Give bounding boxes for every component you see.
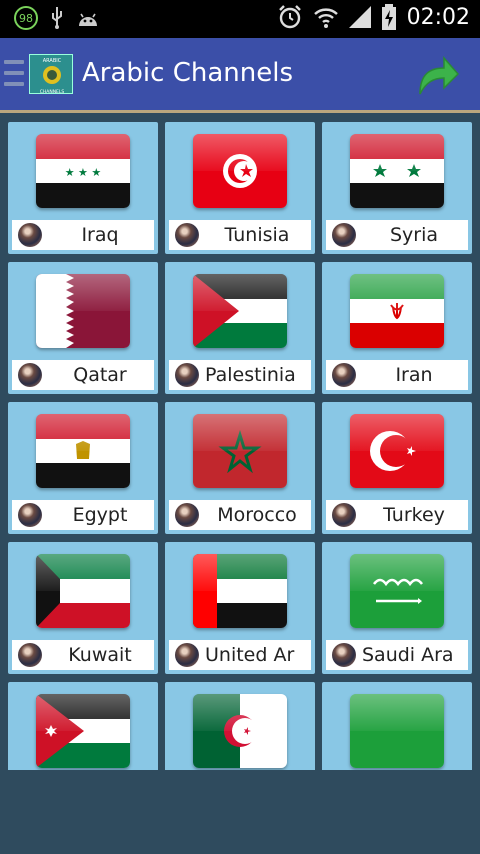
country-name: Tunisia bbox=[224, 224, 290, 246]
country-tile-turkey[interactable]: Turkey bbox=[322, 402, 472, 534]
globe-icon bbox=[332, 223, 356, 247]
flag-qatar-icon bbox=[36, 274, 130, 348]
globe-icon bbox=[18, 643, 42, 667]
globe-icon bbox=[332, 503, 356, 527]
flag-turkey-icon bbox=[350, 414, 444, 488]
battery-charging-icon bbox=[381, 4, 396, 30]
country-tile-jordan[interactable] bbox=[8, 682, 158, 770]
flag-libya-icon bbox=[350, 694, 444, 768]
country-tile-uae[interactable]: United Ar bbox=[165, 542, 315, 674]
drawer-menu-icon[interactable] bbox=[4, 60, 24, 90]
country-name: United Ar bbox=[205, 644, 295, 666]
app-logo: ARABIC CHANNELS bbox=[29, 54, 73, 95]
country-name: Palestinia bbox=[205, 364, 296, 386]
country-tile-syria[interactable]: Syria bbox=[322, 122, 472, 254]
flag-uae-icon bbox=[193, 554, 287, 628]
share-arrow-icon[interactable] bbox=[414, 54, 460, 96]
flag-palestine-icon bbox=[193, 274, 287, 348]
usb-icon bbox=[52, 7, 62, 29]
country-tile-iraq[interactable]: ★ ★ ★ Iraq bbox=[8, 122, 158, 254]
alarm-icon bbox=[278, 5, 301, 29]
country-name: Morocco bbox=[217, 504, 297, 526]
country-name: Kuwait bbox=[68, 644, 132, 666]
country-name: Turkey bbox=[383, 504, 445, 526]
android-icon bbox=[79, 13, 97, 26]
country-name: Qatar bbox=[73, 364, 127, 386]
country-name: Saudi Ara bbox=[362, 644, 454, 666]
flag-tunisia-icon bbox=[193, 134, 287, 208]
country-tile-iran[interactable]: Iran bbox=[322, 262, 472, 394]
country-tile-egypt[interactable]: Egypt bbox=[8, 402, 158, 534]
flag-kuwait-icon bbox=[36, 554, 130, 628]
country-name: Egypt bbox=[72, 504, 128, 526]
flag-iran-icon bbox=[350, 274, 444, 348]
globe-icon bbox=[18, 363, 42, 387]
signal-icon bbox=[348, 6, 371, 28]
globe-icon bbox=[175, 643, 199, 667]
flag-iraq-icon: ★ ★ ★ bbox=[36, 134, 130, 208]
country-tile-libya[interactable] bbox=[322, 682, 472, 770]
globe-icon bbox=[175, 363, 199, 387]
globe-icon bbox=[18, 503, 42, 527]
country-tile-palestine[interactable]: Palestinia bbox=[165, 262, 315, 394]
country-tile-morocco[interactable]: Morocco bbox=[165, 402, 315, 534]
page-title: Arabic Channels bbox=[82, 58, 293, 88]
logo-bottom-text: CHANNELS bbox=[40, 89, 65, 95]
svg-text:★ ★ ★: ★ ★ ★ bbox=[65, 166, 102, 179]
country-tile-qatar[interactable]: Qatar bbox=[8, 262, 158, 394]
globe-icon bbox=[332, 363, 356, 387]
country-tile-kuwait[interactable]: Kuwait bbox=[8, 542, 158, 674]
country-tile-tunisia[interactable]: Tunisia bbox=[165, 122, 315, 254]
app-bar: ARABIC CHANNELS Arabic Channels bbox=[0, 38, 480, 110]
wifi-icon bbox=[313, 8, 338, 28]
flag-saudi-arabia-icon bbox=[350, 554, 444, 628]
country-name: Iraq bbox=[81, 224, 119, 246]
globe-icon bbox=[175, 223, 199, 247]
flag-jordan-icon bbox=[36, 694, 130, 768]
status-bar: 98 02:02 bbox=[0, 0, 480, 38]
logo-top-text: ARABIC bbox=[43, 58, 62, 64]
flag-algeria-icon bbox=[193, 694, 287, 768]
country-tile-algeria[interactable] bbox=[165, 682, 315, 770]
flag-syria-icon bbox=[350, 134, 444, 208]
globe-icon bbox=[18, 223, 42, 247]
clock: 02:02 bbox=[406, 4, 470, 30]
notification-badge: 98 bbox=[14, 6, 38, 30]
country-name: Iran bbox=[395, 364, 433, 386]
globe-icon bbox=[175, 503, 199, 527]
flag-egypt-icon bbox=[36, 414, 130, 488]
globe-icon bbox=[332, 643, 356, 667]
country-name: Syria bbox=[389, 224, 439, 246]
flag-morocco-icon bbox=[193, 414, 287, 488]
channel-grid[interactable]: ★ ★ ★ Iraq Tunisia Syria Qatar Palestini… bbox=[0, 113, 480, 770]
country-tile-saudi-arabia[interactable]: Saudi Ara bbox=[322, 542, 472, 674]
